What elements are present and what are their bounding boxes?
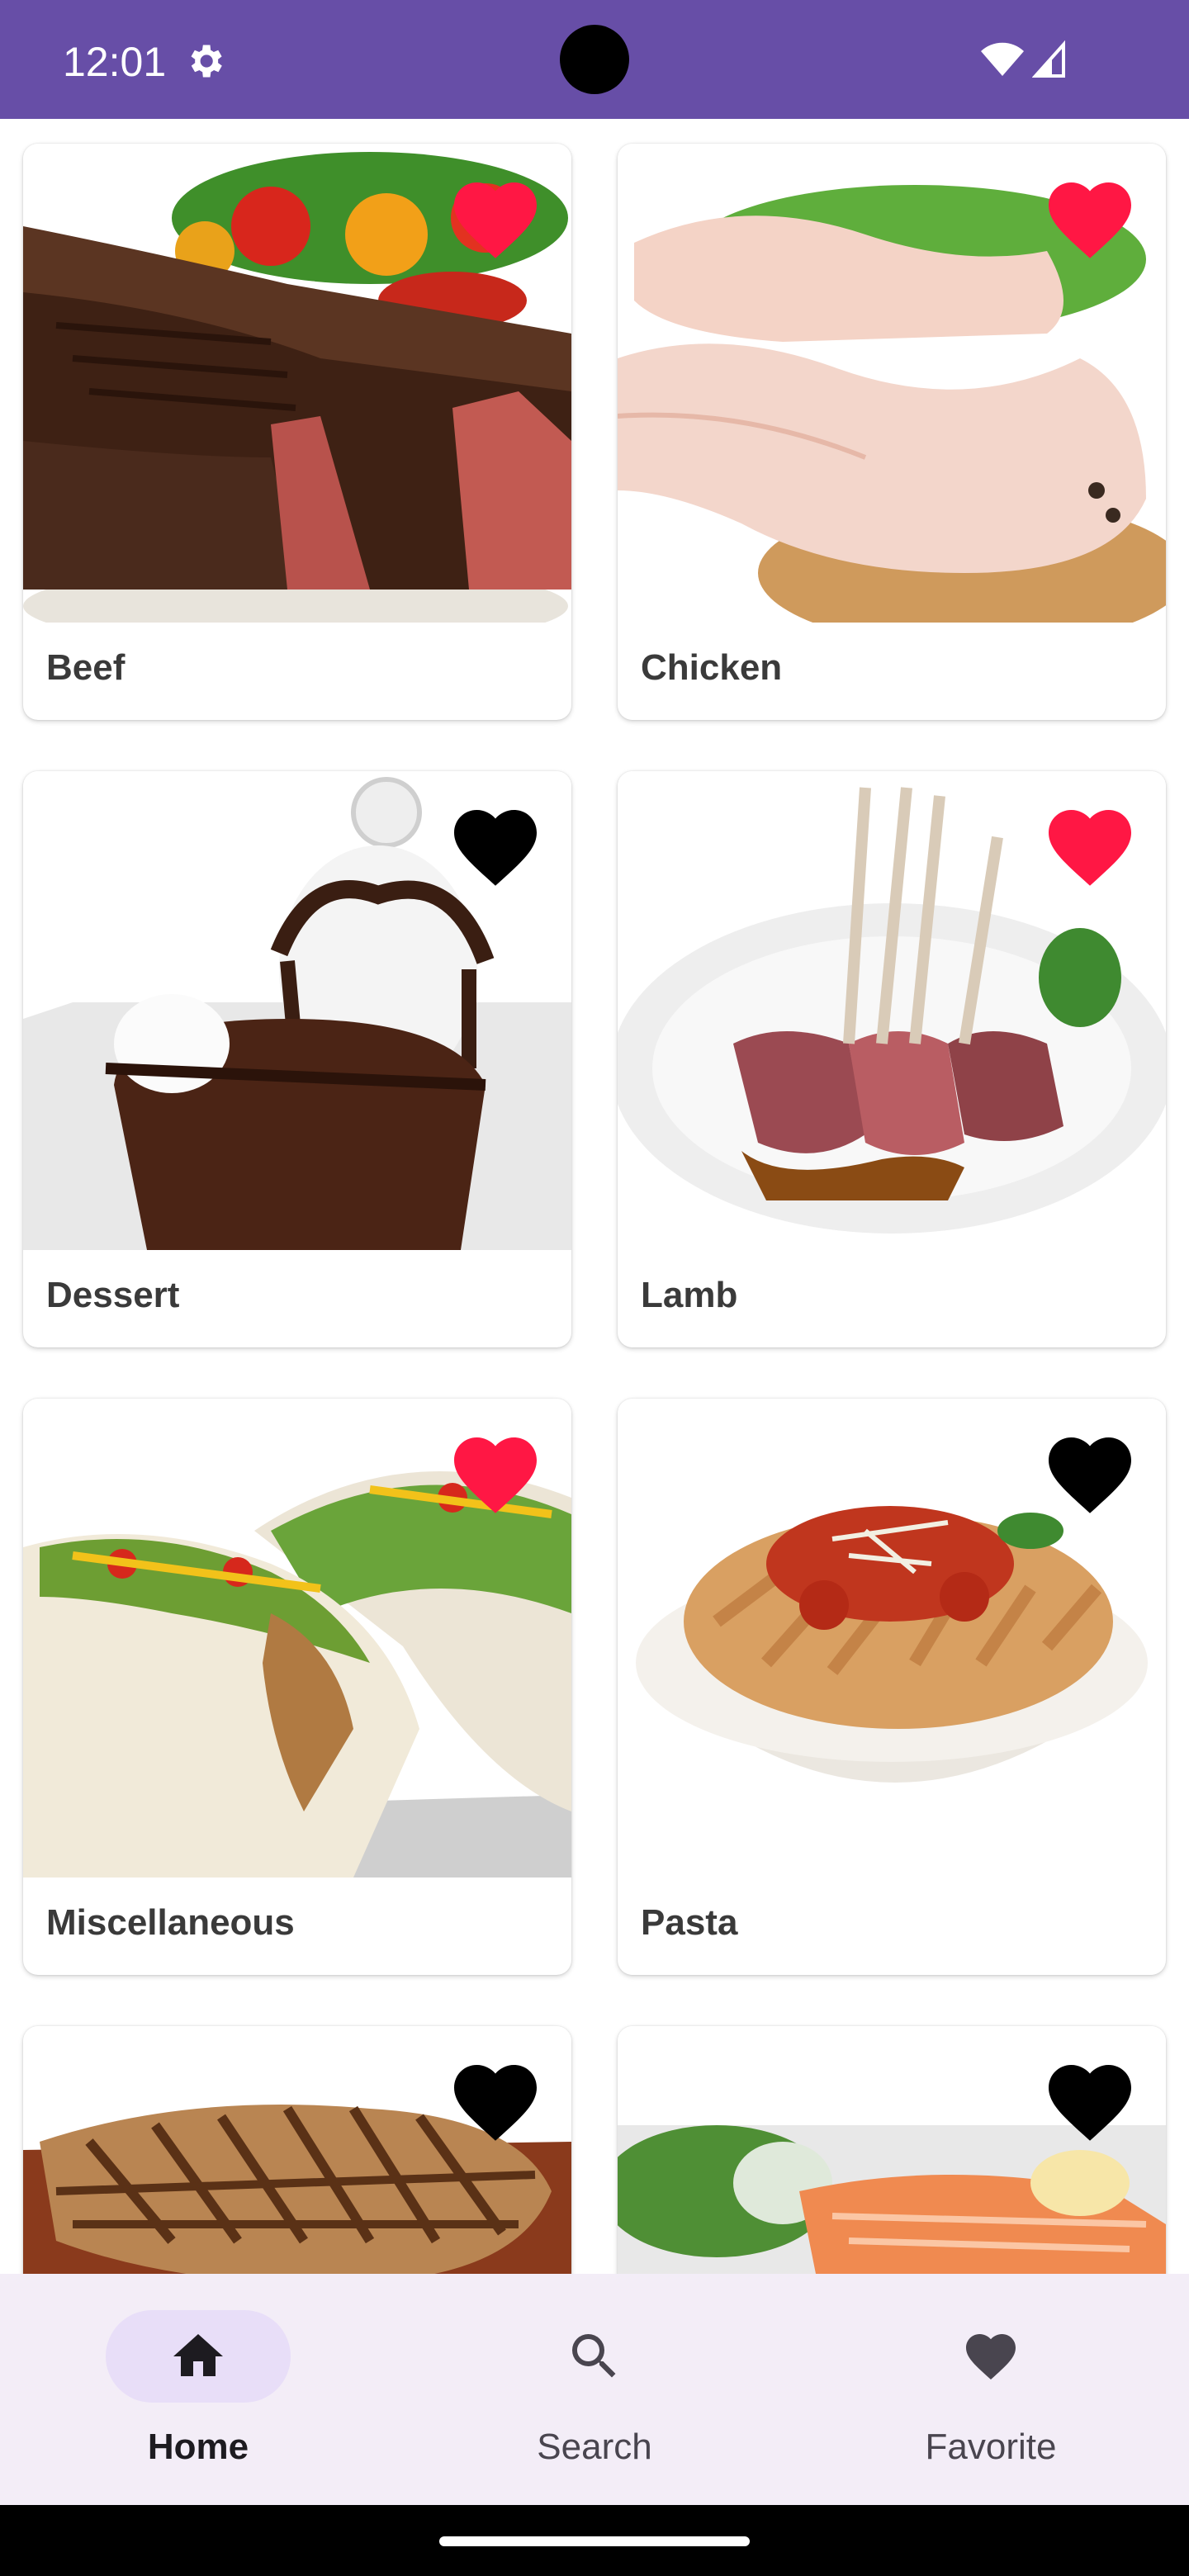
gesture-handle[interactable] [439,2536,750,2546]
nav-label-search: Search [537,2427,652,2467]
nav-item-home[interactable]: Home [0,2274,396,2505]
category-label: Chicken [641,647,783,688]
category-card-7[interactable] [23,2026,571,2274]
category-card-miscellaneous[interactable]: Miscellaneous [23,1399,571,1975]
camera-cutout [560,25,629,94]
category-card-lamb[interactable]: Lamb [618,771,1166,1347]
search-icon [572,2334,616,2378]
favorite-toggle[interactable] [1040,170,1139,261]
heart-icon [1049,2065,1131,2141]
category-card-dessert[interactable]: Dessert [23,771,571,1347]
gear-icon [191,45,222,78]
gesture-nav-bar [0,2505,1189,2576]
wifi-icon [981,42,1024,76]
status-time: 12:01 [63,39,167,85]
category-label: Pasta [641,1902,738,1943]
category-label: Lamb [641,1275,738,1315]
nav-label-home: Home [147,2427,249,2467]
category-grid: Beef Chicken Dessert Lamb Miscellaneous … [0,119,1189,2274]
favorite-toggle[interactable] [446,170,545,261]
home-icon [173,2334,223,2376]
bottom-navigation: Home Search Favorite [0,2274,1189,2505]
category-card-beef[interactable]: Beef [23,144,571,720]
signal-icon [1032,40,1065,78]
heart-icon [454,1437,537,1513]
favorite-toggle[interactable] [1040,1425,1139,1516]
heart-icon [966,2334,1016,2380]
heart-icon [454,182,537,258]
heart-icon [1049,182,1131,258]
category-label: Miscellaneous [46,1902,295,1943]
favorite-toggle[interactable] [1040,2053,1139,2143]
category-label: Dessert [46,1275,180,1315]
nav-item-search[interactable]: Search [396,2274,793,2505]
favorite-toggle[interactable] [446,2053,545,2143]
heart-icon [1049,810,1131,886]
category-card-pasta[interactable]: Pasta [618,1399,1166,1975]
favorite-toggle[interactable] [446,1425,545,1516]
heart-icon [454,2065,537,2141]
favorite-toggle[interactable] [1040,798,1139,888]
category-card-chicken[interactable]: Chicken [618,144,1166,720]
heart-icon [454,810,537,886]
favorite-toggle[interactable] [446,798,545,888]
nav-item-favorite[interactable]: Favorite [793,2274,1189,2505]
nav-label-favorite: Favorite [925,2427,1057,2467]
heart-icon [1049,1437,1131,1513]
status-bar: 12:01 [0,0,1189,119]
category-label: Beef [46,647,126,688]
category-card-8[interactable] [618,2026,1166,2274]
